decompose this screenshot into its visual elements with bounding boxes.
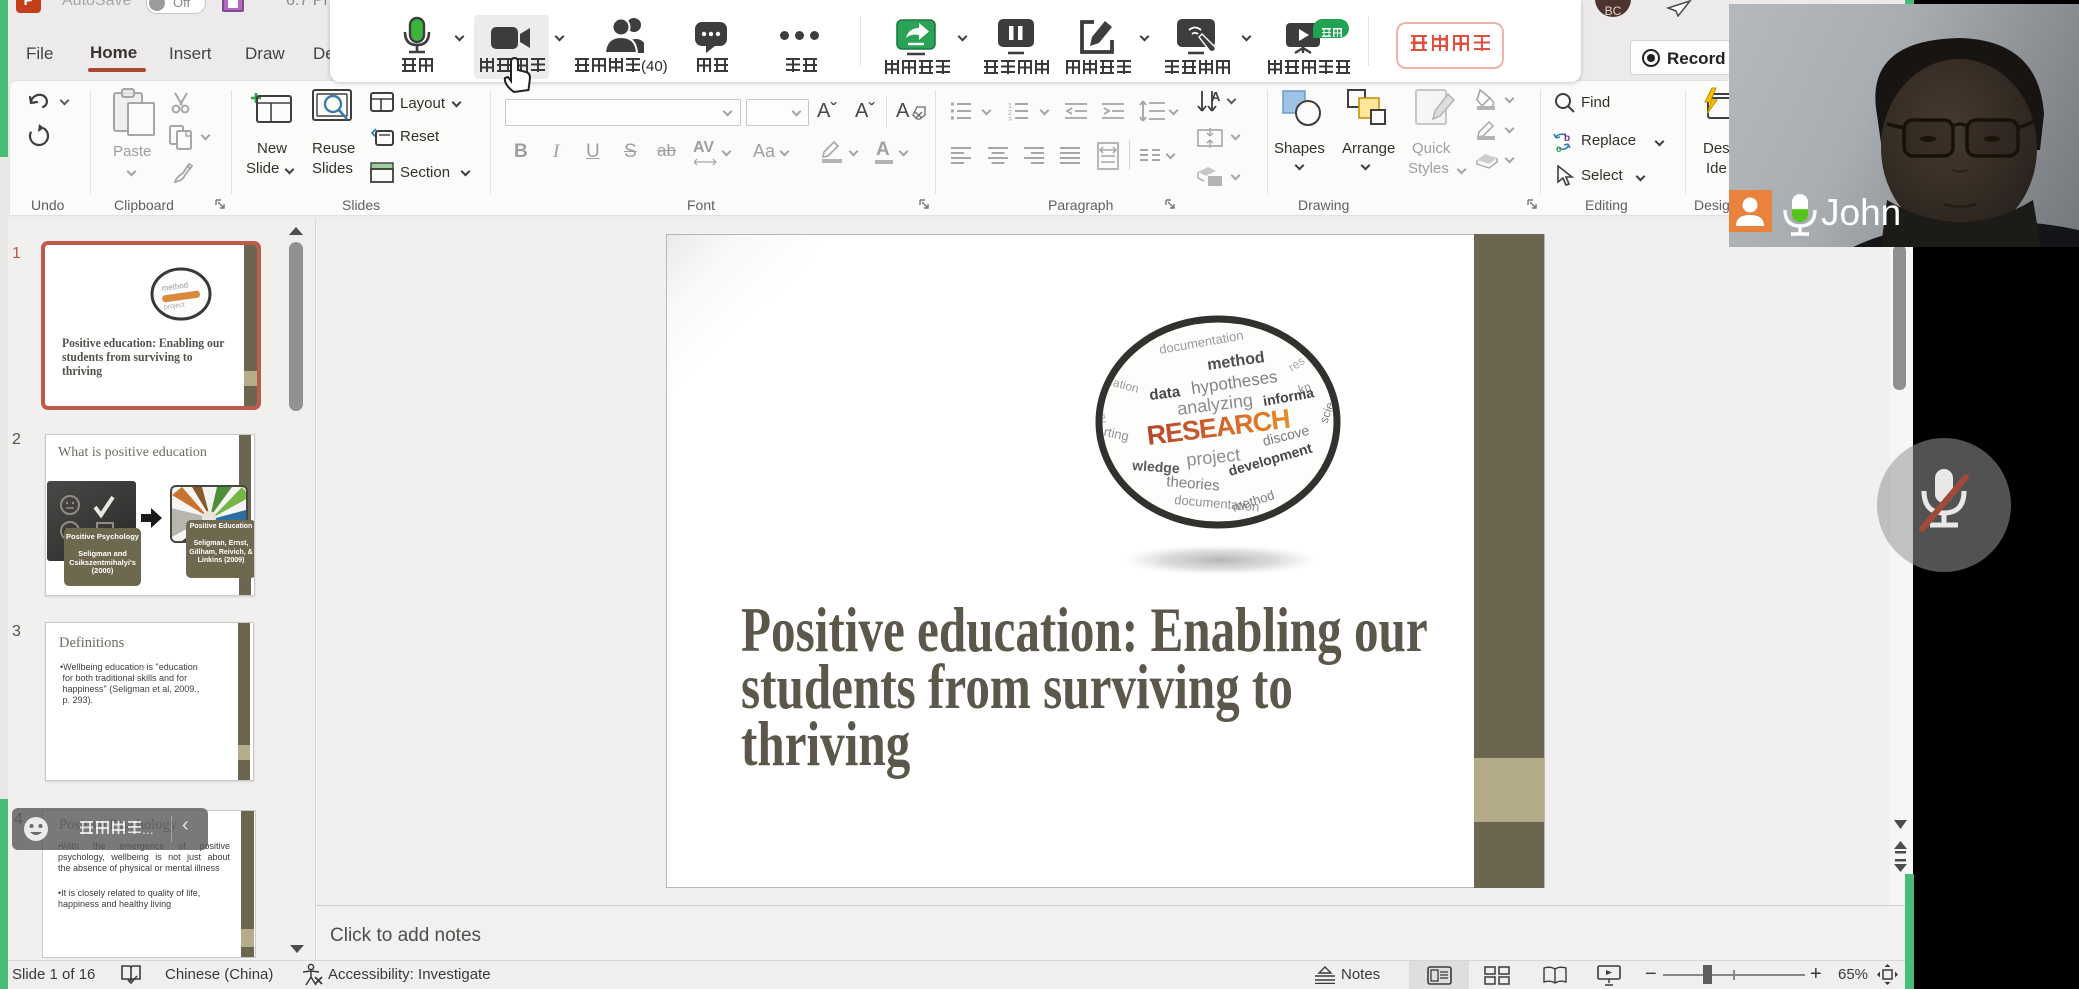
svg-text:an: an (1113, 502, 1130, 519)
svg-text:c: c (1556, 144, 1562, 154)
svg-text:1: 1 (1008, 103, 1012, 110)
svg-text:2: 2 (1008, 110, 1012, 117)
svg-text:A: A (1211, 89, 1221, 104)
svg-text:b: b (1564, 133, 1570, 144)
svg-text:3: 3 (1008, 117, 1012, 121)
